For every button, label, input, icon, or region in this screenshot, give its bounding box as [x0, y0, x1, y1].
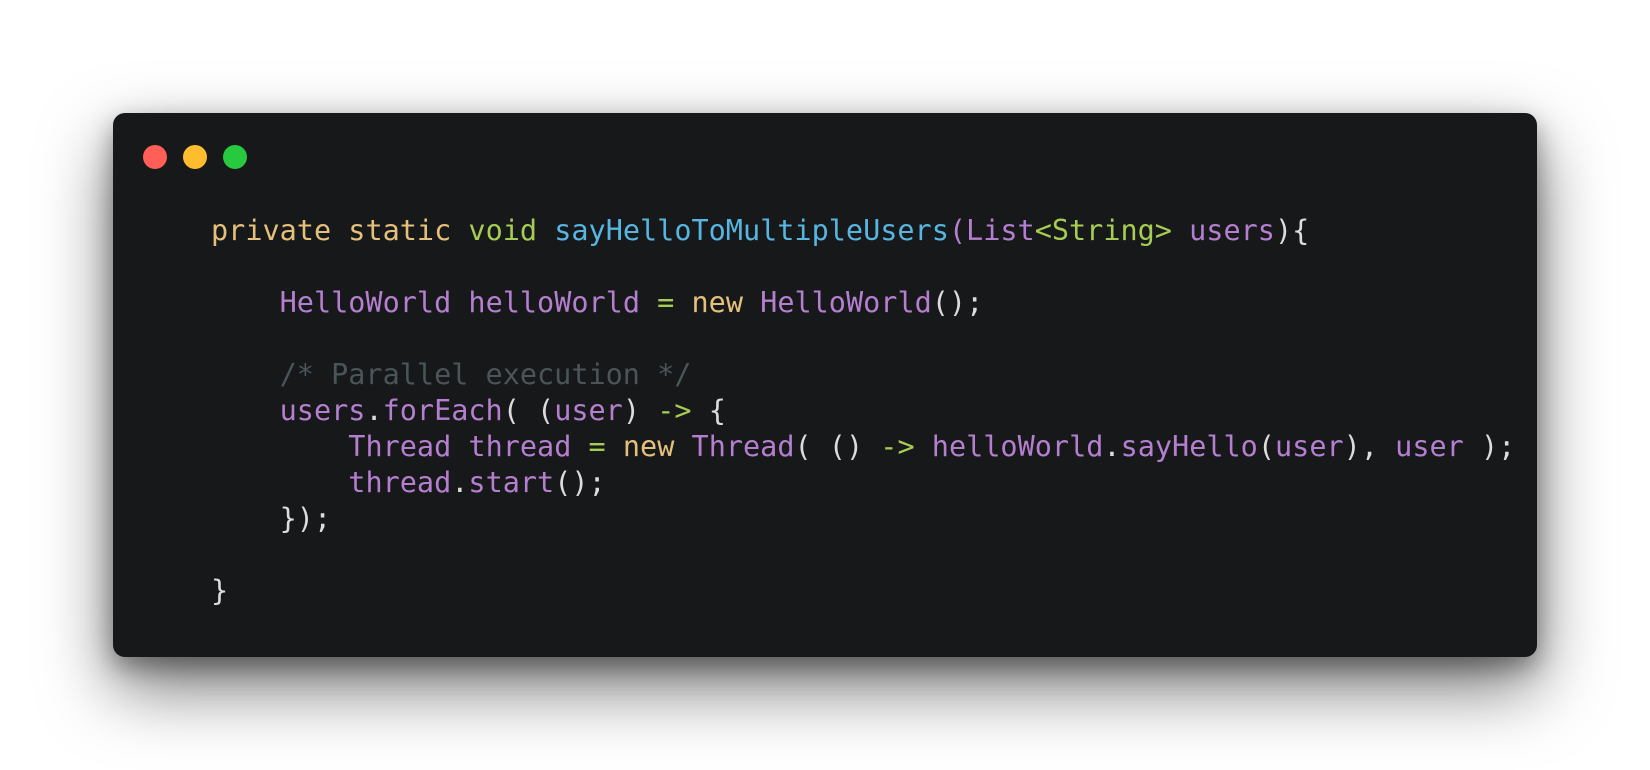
code-line-1: private static void sayHelloToMultipleUs… — [211, 213, 1515, 249]
method-start: start — [468, 466, 555, 499]
code-line-3: HelloWorld helloWorld = new HelloWorld()… — [211, 285, 1515, 321]
method-sayhello: sayHello — [1120, 430, 1258, 463]
keyword-private: private — [211, 214, 332, 247]
obj-users: users — [279, 394, 366, 427]
keyword-new: new — [622, 430, 675, 463]
assign-operator: = — [657, 286, 675, 319]
maximize-button[interactable] — [223, 145, 247, 169]
paren-open: ( — [948, 214, 967, 247]
block-close: }); — [279, 502, 332, 535]
type-list: List — [966, 214, 1035, 247]
statement-end: (); — [931, 286, 984, 319]
assign-operator: = — [588, 430, 606, 463]
var-helloworld: helloWorld — [468, 286, 640, 319]
window-controls — [143, 145, 247, 169]
statement-end: (); — [554, 466, 606, 499]
arrow-operator: -> — [880, 430, 915, 463]
dot: . — [1103, 430, 1121, 463]
ctor-thread: Thread — [691, 430, 795, 463]
ctor-helloworld: HelloWorld — [760, 286, 932, 319]
close-button[interactable] — [143, 145, 167, 169]
arg-user-name: user — [1395, 430, 1464, 463]
param-users: users — [1189, 214, 1275, 247]
brace-open: { — [708, 394, 726, 427]
dot: . — [365, 394, 383, 427]
statement-end: ); — [1480, 430, 1516, 463]
code-line-5: /* Parallel execution */ — [211, 357, 1515, 393]
method-name: sayHelloToMultipleUsers — [554, 214, 949, 247]
code-line-9: }); — [211, 501, 1515, 537]
type-thread: Thread — [348, 430, 452, 463]
lambda-open: ( () — [794, 430, 864, 463]
code-line-8: thread.start(); — [211, 465, 1515, 501]
code-line-7: Thread thread = new Thread( () -> helloW… — [211, 429, 1515, 465]
code-window: private static void sayHelloToMultipleUs… — [113, 113, 1537, 657]
code-line-6: users.forEach( (user) -> { — [211, 393, 1515, 429]
paren-open: ( ( — [502, 394, 555, 427]
type-helloworld: HelloWorld — [279, 286, 452, 319]
keyword-static: static — [348, 214, 452, 247]
comment: /* Parallel execution */ — [279, 358, 692, 391]
keyword-new: new — [691, 286, 743, 319]
keyword-void: void — [468, 214, 538, 247]
generic-string: <String> — [1034, 214, 1172, 247]
paren-close: ) — [622, 394, 641, 427]
paren-close: ), — [1343, 430, 1378, 463]
signature-close: ){ — [1274, 214, 1310, 247]
var-thread: thread — [468, 430, 572, 463]
minimize-button[interactable] — [183, 145, 207, 169]
obj-helloworld: helloWorld — [931, 430, 1104, 463]
method-close: } — [211, 574, 229, 607]
arg-user: user — [1275, 430, 1344, 463]
code-block: private static void sayHelloToMultipleUs… — [211, 213, 1515, 609]
dot: . — [451, 466, 469, 499]
arrow-operator: -> — [657, 394, 692, 427]
obj-thread: thread — [348, 466, 452, 499]
param-user: user — [554, 394, 623, 427]
method-foreach: forEach — [382, 394, 503, 427]
paren-open: ( — [1257, 430, 1276, 463]
code-line-11: } — [211, 573, 1515, 609]
